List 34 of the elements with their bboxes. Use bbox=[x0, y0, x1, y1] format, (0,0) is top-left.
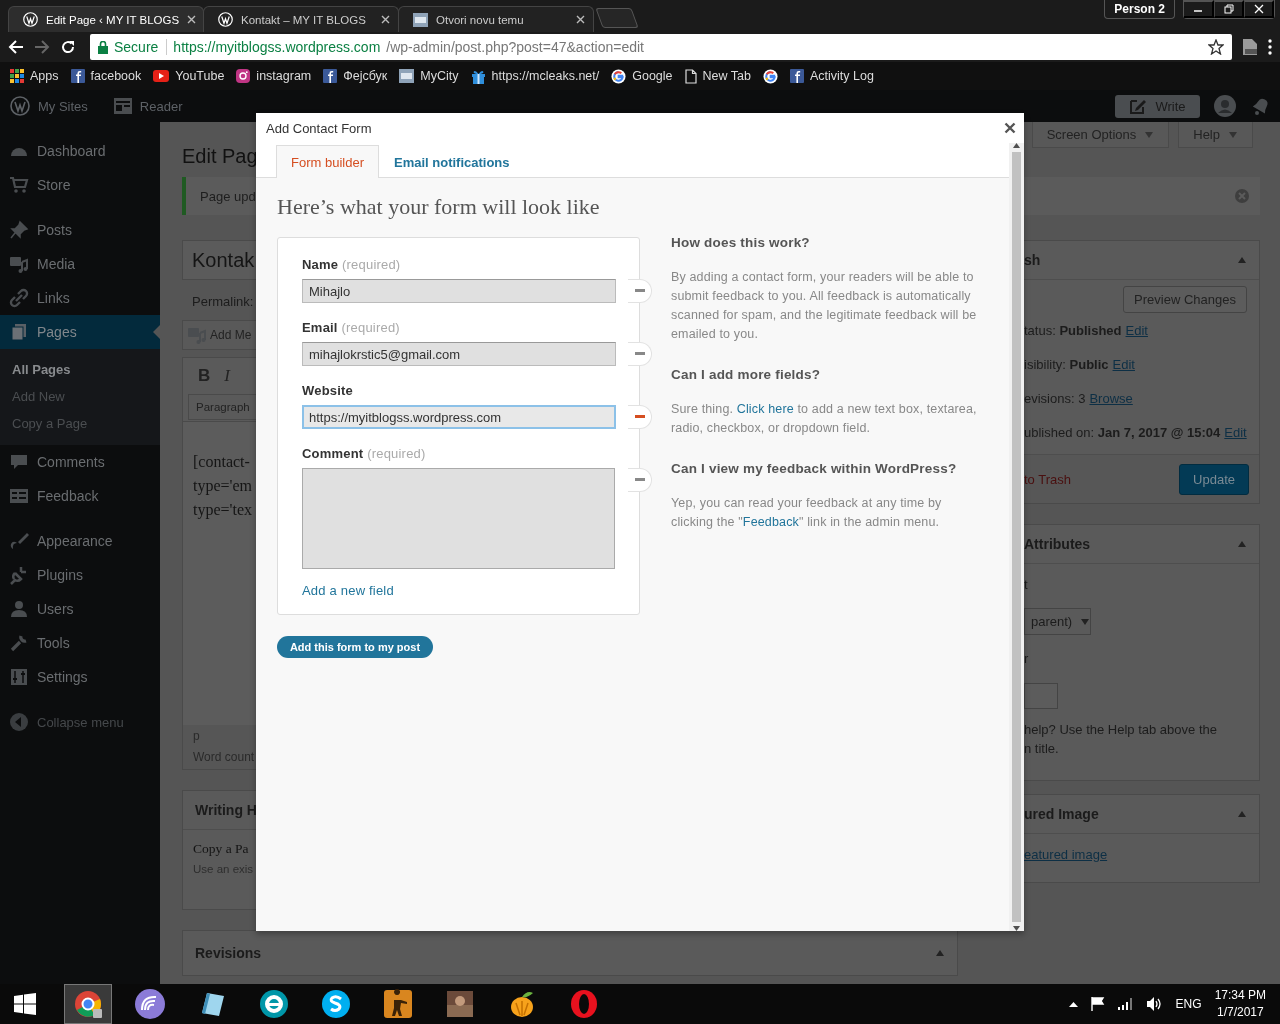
field-label: r bbox=[1023, 650, 1030, 668]
field-label: Comment (required) bbox=[302, 445, 427, 463]
shortcode-line: [contact- bbox=[193, 452, 250, 472]
help-question: Can I add more fields? bbox=[671, 366, 822, 384]
page-heading: Edit Pag bbox=[182, 144, 258, 169]
publish-info: isibility: Public bbox=[1024, 356, 1109, 372]
publish-info: evisions: 3 bbox=[1024, 390, 1086, 406]
field-label: Name (required) bbox=[302, 256, 402, 274]
field-label: Email (required) bbox=[302, 319, 401, 337]
url-path: /wp-admin/post.php?post=47&action=edit bbox=[386, 39, 645, 55]
publish-info: tatus: Published bbox=[1024, 322, 1122, 338]
shortcode-line: type='tex bbox=[193, 500, 252, 521]
notice-text: Page upd bbox=[200, 188, 256, 204]
box-title: Writing H bbox=[195, 802, 257, 818]
box-title: Attributes bbox=[1024, 536, 1091, 552]
help-question: How does this work? bbox=[671, 234, 811, 252]
box-title: ured Image bbox=[1024, 806, 1099, 822]
help-answer: Sure thing. Click here to add a new text box, textarea, radio, checkbox, or dropdown field. bbox=[671, 401, 978, 437]
help-text: n title. bbox=[1024, 740, 1060, 758]
help-answer: By adding a contact form, your readers will be able to submit feedback to you. All feedback is automatically scanned for spam, and the legitimate feedback will be emailed to you. bbox=[671, 269, 978, 343]
help-text: help? Use the Help tab above the bbox=[1024, 721, 1218, 739]
dialog-heading: Here’s what your form will look like bbox=[277, 193, 601, 221]
url-host: https://myitblogss.wordpress.com bbox=[173, 39, 381, 55]
field-label: t bbox=[1023, 576, 1029, 594]
box-title: Revisions bbox=[195, 945, 262, 961]
help-question: Can I view my feedback within WordPress? bbox=[671, 460, 958, 478]
permalink-label: Permalink: bbox=[192, 293, 254, 311]
field-label: Website bbox=[302, 382, 354, 400]
dialog-title: Add Contact Form bbox=[266, 120, 372, 136]
shortcode-line: type='em bbox=[193, 476, 252, 497]
box-title: sh bbox=[1024, 252, 1041, 268]
publish-info: ublished on: Jan 7, 2017 @ 15:04 bbox=[1024, 424, 1221, 440]
secure-label: Secure bbox=[114, 39, 168, 55]
help-answer: Yep, you can read your feedback at any time by clicking the "Feedback" link in the admin menu. bbox=[671, 495, 943, 531]
